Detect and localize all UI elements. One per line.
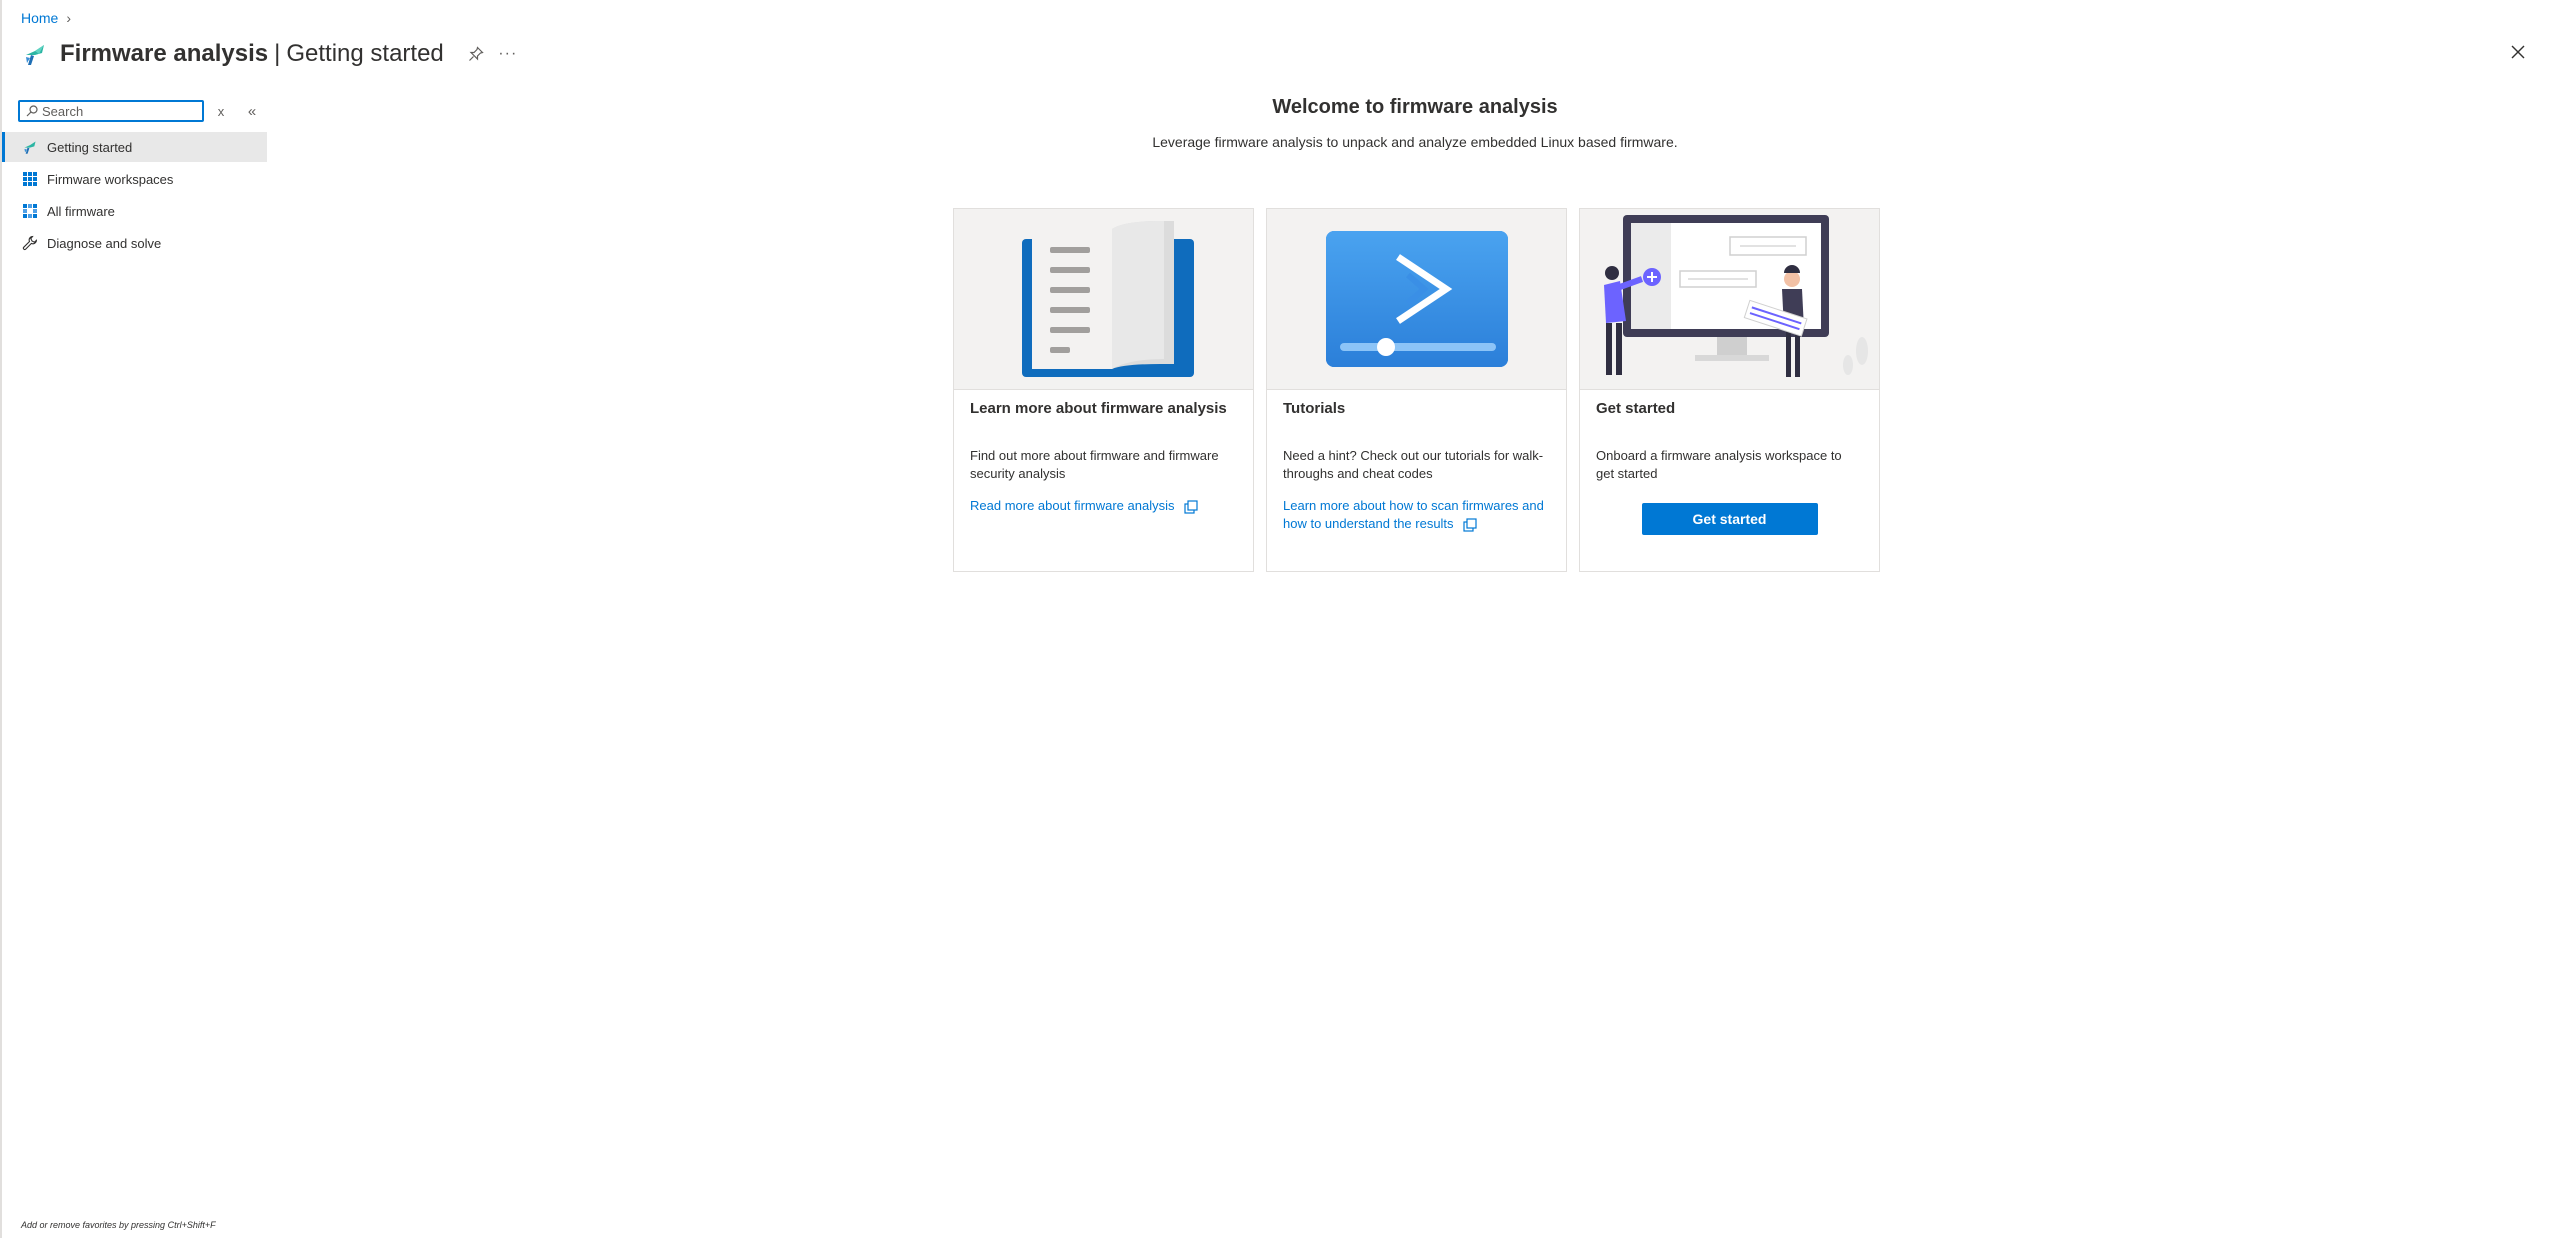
chevron-right-icon: › bbox=[66, 10, 72, 26]
welcome-subtitle: Leverage firmware analysis to unpack and… bbox=[1152, 134, 1678, 150]
page-title: Firmware analysis | Getting started bbox=[60, 40, 444, 68]
page-title-section: Getting started bbox=[286, 40, 444, 67]
card-description: Onboard a firmware analysis workspace to… bbox=[1596, 448, 1842, 481]
wrench-icon bbox=[21, 234, 39, 252]
tutorials-link[interactable]: Learn more about how to scan firmwares a… bbox=[1283, 497, 1550, 533]
pin-icon[interactable] bbox=[466, 44, 486, 64]
learn-more-card: Learn more about firmware analysis Find … bbox=[953, 208, 1254, 572]
card-title: Learn more about firmware analysis bbox=[970, 400, 1227, 417]
get-started-card: Get started Onboard a firmware analysis … bbox=[1579, 208, 1880, 572]
more-options-button[interactable]: ··· bbox=[498, 44, 518, 64]
book-icon bbox=[1021, 221, 1194, 377]
onboarding-people-icon bbox=[1604, 215, 1868, 377]
sidebar-item-label: All firmware bbox=[47, 203, 115, 219]
read-more-link-label: Read more about firmware analysis bbox=[970, 498, 1175, 513]
favorites-hint: Add or remove favorites by pressing Ctrl… bbox=[21, 1220, 216, 1230]
sidebar-item-all-firmware[interactable]: All firmware bbox=[2, 196, 267, 226]
external-link-icon bbox=[1184, 499, 1198, 514]
video-player-icon bbox=[1325, 231, 1508, 367]
sidebar-item-label: Diagnose and solve bbox=[47, 235, 162, 251]
book-illustration bbox=[954, 209, 1253, 390]
page-header: Firmware analysis | Getting started ··· bbox=[22, 36, 518, 72]
firmware-logo-icon bbox=[26, 45, 44, 65]
card-description: Find out more about firmware and firmwar… bbox=[970, 448, 1219, 481]
page-title-separator: | bbox=[274, 40, 281, 67]
sidebar-item-diagnose-and-solve[interactable]: Diagnose and solve bbox=[2, 228, 267, 258]
get-started-button[interactable]: Get started bbox=[1641, 503, 1818, 535]
card-title: Get started bbox=[1596, 400, 1676, 417]
tutorials-link-label: Learn more about how to scan firmwares a… bbox=[1283, 498, 1544, 531]
card-row: Learn more about firmware analysis Find … bbox=[953, 208, 1880, 572]
onboarding-illustration bbox=[1580, 209, 1879, 390]
close-icon[interactable] bbox=[2506, 40, 2530, 64]
sidebar-item-label: Firmware workspaces bbox=[47, 171, 174, 187]
external-link-icon bbox=[1463, 517, 1477, 532]
page-title-main: Firmware analysis bbox=[60, 40, 269, 67]
welcome-title: Welcome to firmware analysis bbox=[1272, 96, 1558, 118]
card-description: Need a hint? Check out our tutorials for… bbox=[1283, 448, 1544, 481]
grid-icon bbox=[21, 170, 39, 188]
breadcrumb: Home › bbox=[21, 10, 71, 26]
card-title: Tutorials bbox=[1283, 400, 1346, 417]
tutorials-card: Tutorials Need a hint? Check out our tut… bbox=[1266, 208, 1567, 572]
read-more-link[interactable]: Read more about firmware analysis bbox=[970, 497, 1237, 515]
sidebar-nav: Getting started Firmware workspaces All … bbox=[2, 132, 267, 260]
video-illustration bbox=[1267, 209, 1566, 390]
breadcrumb-home-link[interactable]: Home bbox=[21, 10, 58, 26]
sidebar-item-firmware-workspaces[interactable]: Firmware workspaces bbox=[2, 164, 267, 194]
list-grid-icon bbox=[21, 202, 39, 220]
